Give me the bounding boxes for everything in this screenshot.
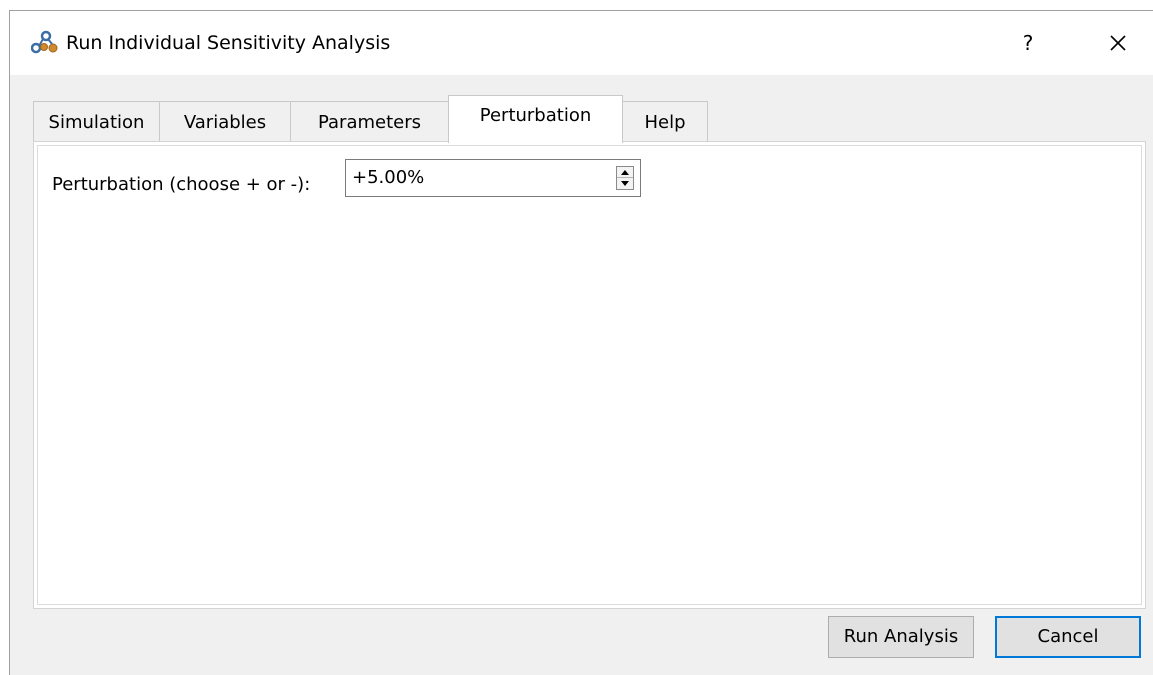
perturbation-value[interactable]: +5.00%	[352, 166, 424, 190]
panel-frame	[37, 145, 1142, 605]
close-button[interactable]	[1095, 23, 1141, 63]
tab-variables[interactable]: Variables	[159, 101, 291, 141]
app-icon	[30, 30, 59, 54]
context-help-button[interactable]: ?	[1005, 23, 1051, 63]
close-icon	[1095, 35, 1141, 68]
window-title: Run Individual Sensitivity Analysis	[66, 32, 391, 54]
tab-simulation[interactable]: Simulation	[33, 101, 160, 141]
perturbation-spinbox[interactable]: +5.00%	[345, 159, 641, 197]
spin-buttons	[616, 166, 634, 190]
perturbation-label: Perturbation (choose + or -):	[52, 174, 311, 195]
run-analysis-button[interactable]: Run Analysis	[828, 616, 974, 658]
tab-content-panel	[33, 141, 1146, 609]
tab-perturbation[interactable]: Perturbation	[448, 95, 623, 143]
spin-up-button[interactable]	[617, 167, 633, 178]
title-bar[interactable]: Run Individual Sensitivity Analysis ?	[10, 11, 1153, 75]
tab-parameters[interactable]: Parameters	[290, 101, 449, 141]
spin-down-button[interactable]	[617, 178, 633, 189]
tab-help[interactable]: Help	[622, 101, 708, 141]
cancel-button[interactable]: Cancel	[995, 616, 1141, 658]
dialog-window: Run Individual Sensitivity Analysis ? Si…	[9, 10, 1153, 675]
